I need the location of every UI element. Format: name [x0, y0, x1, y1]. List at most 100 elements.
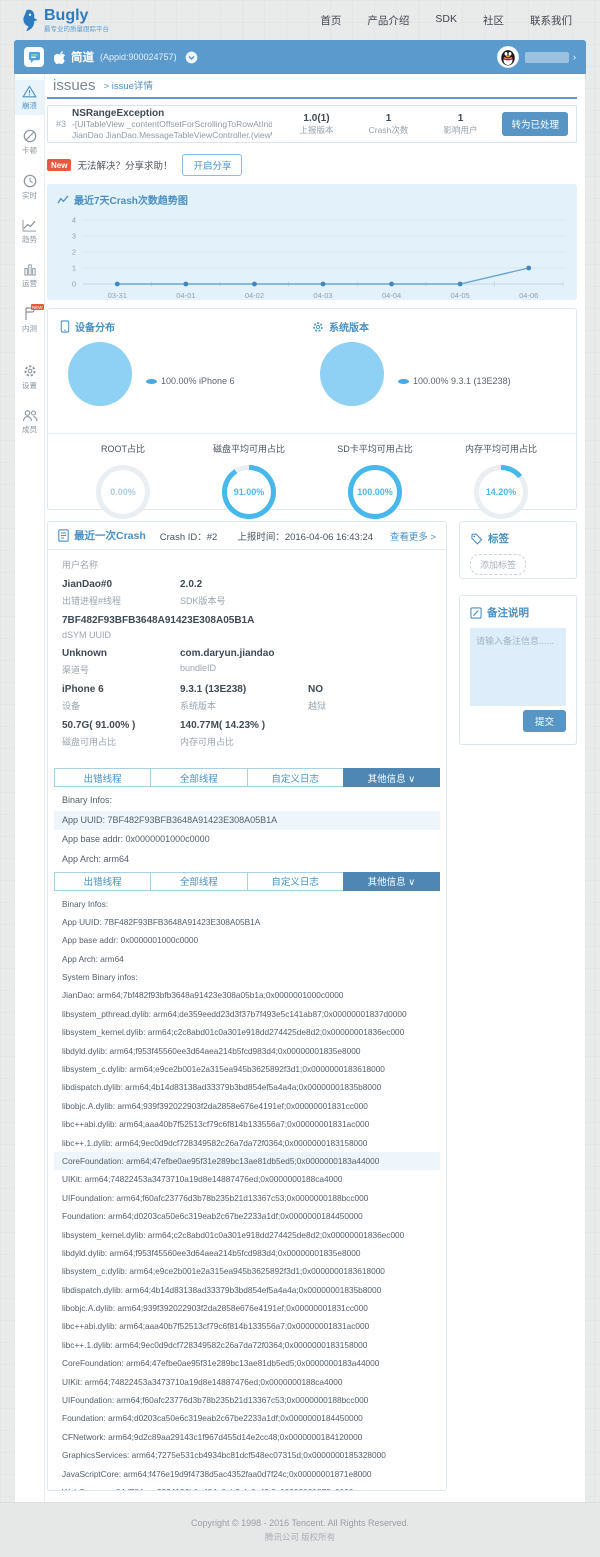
tags-panel: 标签 添加标签 — [459, 521, 577, 579]
sidebar-item-crash[interactable]: 崩溃 — [15, 80, 44, 115]
binary-info-row: libsystem_kernel.dylib: arm64;c2c8abd01c… — [62, 1229, 405, 1240]
crash-tab[interactable]: 其他信息 ∨ — [342, 768, 440, 787]
svg-text:04-01: 04-01 — [176, 291, 195, 300]
right-column: 标签 添加标签 备注说明 提交 — [459, 521, 577, 745]
app-id: (Appid:900024757) — [100, 52, 177, 62]
user-menu[interactable]: › — [497, 46, 576, 68]
new-badge: NEW — [30, 304, 44, 310]
crash-tabs-duplicate: 出错线程 全部线程 自定义日志 其他信息 ∨ — [54, 871, 440, 891]
gauge: ROOT占比 0.00% — [60, 434, 186, 519]
sidebar-item-realtime[interactable]: 实时 — [15, 169, 44, 205]
binary-info-row: libdispatch.dylib: arm64;4b14d83138ad333… — [62, 1284, 382, 1295]
binary-info-row: App base addr: 0x0000001000c0000 — [62, 834, 210, 844]
sidebar-item-lag[interactable]: 卡顿 — [15, 124, 44, 160]
binary-info-row: libobjc.A.dylib: arm64;939f392022903f2da… — [62, 1303, 368, 1314]
crash-trend-title: 最近7天Crash次数趋势图 — [74, 196, 188, 207]
open-share-button[interactable]: 开启分享 — [182, 154, 243, 176]
app-switcher-chevron-icon[interactable] — [185, 51, 198, 64]
binary-info-row: libc++.1.dylib: arm64;9ec0d9dcf728349582… — [62, 1137, 368, 1148]
distribution-panel: 设备分布 100.00% iPhone 6 系统版本 100.00% 9.3.1… — [47, 308, 577, 519]
crash-field: 50.7G( 91.00% ) 磁盘可用占比 — [62, 720, 136, 747]
top-nav-items: 首页 产品介绍 SDK 社区 联系我们 — [320, 13, 572, 28]
crash-tabs: 出错线程 全部线程 自定义日志 其他信息 ∨ — [54, 768, 440, 787]
app-bar: 简道 (Appid:900024757) › — [14, 40, 586, 74]
top-nav-link[interactable]: 首页 — [320, 13, 341, 28]
sidebar-item-trend[interactable]: 趋势 — [15, 214, 44, 249]
crash-tab[interactable]: 出错线程 — [54, 871, 152, 891]
binary-info-row: libc++.1.dylib: arm64;9ec0d9dcf728349582… — [62, 1339, 368, 1350]
app-name: 简道 — [71, 52, 94, 64]
add-tag-button[interactable]: 添加标签 — [470, 554, 527, 575]
binary-info-row: UIKit: arm64;74822453a3473710a19d8e14887… — [62, 1174, 343, 1185]
crash-field: 9.3.1 (13E238) 系统版本 — [180, 684, 247, 711]
svg-text:04-03: 04-03 — [313, 291, 332, 300]
gauge: SD卡平均可用占比 100.00% — [312, 434, 438, 519]
issue-card[interactable]: #3 NSRangeException -[UITableView _conte… — [47, 105, 577, 143]
gauge-row: ROOT占比 0.00% 磁盘平均可用占比 91.00% SD卡平均可用占比 1… — [60, 434, 564, 519]
crash-id: Crash ID：#2 — [159, 531, 218, 543]
device-distribution: 设备分布 100.00% iPhone 6 — [60, 319, 312, 427]
user-chevron-icon: › — [573, 52, 576, 62]
document-icon — [58, 529, 69, 542]
people-icon — [22, 409, 38, 422]
crash-field: com.daryun.jiandao bundleID — [180, 648, 275, 673]
svg-text:1: 1 — [72, 264, 76, 273]
binary-info-row: JianDao: arm64;7bf482f93bfb3648a91423e30… — [62, 990, 344, 1001]
content: issues > issue详情 #3 NSRangeException -[U… — [45, 74, 577, 1491]
copyright-cn: 腾讯公司 版权所有 — [264, 1532, 336, 1542]
crash-fields: 用户名称 JianDao#0 出错进程#线程 2.0.2 SDK版本号 7BF482F… — [48, 550, 446, 762]
device-distribution-title: 设备分布 — [75, 323, 115, 334]
submit-note-button[interactable]: 提交 — [522, 710, 566, 732]
notes-textarea[interactable] — [470, 628, 566, 706]
binary-info-row: libsystem_c.dylib: arm64;e9ce2b001e2a315… — [62, 1064, 385, 1075]
user-name-redacted — [525, 51, 569, 63]
bugly-logo[interactable]: Bugly 最专业的质量跟踪平台 — [20, 6, 109, 33]
mark-processed-button[interactable]: 转为已处理 — [502, 112, 568, 136]
crash-field: 7BF482F93BFB3648A91423E308A05B1A dSYM UUI… — [62, 615, 255, 640]
issue-stat: 1.0(1) 上报版本 — [299, 112, 334, 135]
binary-info-row: App base addr: 0x0000001000c0000 — [62, 935, 199, 946]
legend-marker — [146, 378, 157, 384]
sidebar-item-settings[interactable]: 设置 — [15, 359, 44, 395]
main-panel: 崩溃 卡顿 实时 趋势 运营 NEW 内测 设置 成员 issues > iss… — [14, 74, 586, 1505]
tags-title: 标签 — [488, 533, 509, 545]
issue-detail-line2: JianDao JianDao.MessageTableViewControll… — [72, 129, 272, 140]
binary-info-row: libobjc.A.dylib: arm64;939f392022903f2da… — [62, 1100, 368, 1111]
device-pie-chart — [68, 342, 132, 406]
top-nav-link[interactable]: SDK — [435, 13, 457, 28]
warning-triangle-icon — [22, 85, 37, 98]
copyright-en: Copyright © 1998 - 2016 Tencent. All Rig… — [190, 1518, 410, 1528]
top-nav-link[interactable]: 社区 — [483, 13, 504, 28]
binary-info-row: UIFoundation: arm64;f60afc23776d3b78b235… — [62, 1192, 369, 1203]
device-legend: 100.00% iPhone 6 — [146, 356, 235, 406]
binary-info-row: System Binary infos: — [62, 972, 138, 983]
sidebar-item-beta[interactable]: NEW 内测 — [15, 302, 44, 338]
clock-icon — [23, 174, 37, 188]
last-crash-title: 最近一次Crash — [74, 530, 146, 542]
binary-info-row: Foundation: arm64;d0203ca50e6c319eab2c67… — [62, 1413, 363, 1424]
binary-info-row: CoreFoundation: arm64;47efbe0ae95f31e289… — [62, 1358, 380, 1369]
last-crash-header: 最近一次Crash Crash ID：#2 上报时间：2016-04-06 16… — [48, 522, 446, 550]
crash-field: 用户名称 — [62, 560, 99, 570]
crash-tab[interactable]: 其他信息 ∨ — [342, 871, 440, 891]
sidebar-item-members[interactable]: 成员 — [15, 404, 44, 439]
block-circle-icon — [23, 129, 37, 143]
crash-tab[interactable]: 出错线程 — [54, 768, 152, 787]
crash-field: 2.0.2 SDK版本号 — [180, 579, 226, 606]
app-icon[interactable] — [24, 47, 44, 67]
view-more-link[interactable]: 查看更多 > — [390, 529, 436, 543]
crash-tab[interactable]: 全部线程 — [150, 768, 248, 787]
breadcrumb-root[interactable]: issues — [53, 77, 96, 94]
crash-tab[interactable]: 自定义日志 — [246, 871, 344, 891]
svg-text:0: 0 — [72, 280, 76, 289]
crash-tab[interactable]: 自定义日志 — [246, 768, 344, 787]
issue-index: #3 — [56, 119, 67, 129]
top-nav-link[interactable]: 产品介绍 — [367, 13, 409, 28]
footer: Copyright © 1998 - 2016 Tencent. All Rig… — [0, 1502, 600, 1557]
top-nav-link[interactable]: 联系我们 — [530, 13, 572, 28]
sidebar-item-operation[interactable]: 运营 — [15, 258, 44, 293]
logo-name: Bugly — [44, 6, 89, 24]
binary-info-row: CoreFoundation: arm64;47efbe0ae95f31e289… — [54, 1151, 440, 1171]
crash-tab[interactable]: 全部线程 — [150, 871, 248, 891]
crash-field: NO 越狱 — [308, 684, 327, 711]
